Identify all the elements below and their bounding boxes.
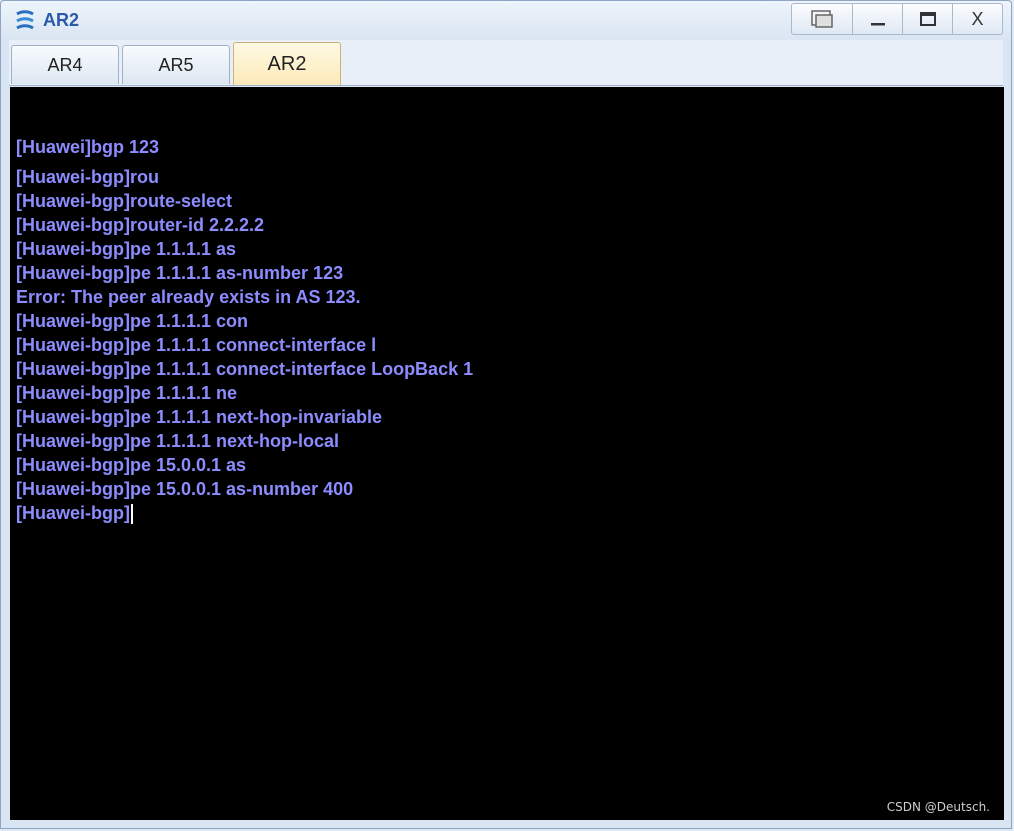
terminal-window: AR2 X AR4 AR5 AR2 [Huawei]bgp 123 [Huawe… (0, 0, 1012, 829)
tab-ar4[interactable]: AR4 (11, 45, 119, 84)
text-cursor (131, 504, 133, 525)
close-icon: X (971, 8, 984, 29)
window-title: AR2 (43, 10, 80, 30)
tab-ar2[interactable]: AR2 (233, 42, 341, 85)
watermark: CSDN @Deutsch. (886, 800, 990, 814)
terminal-line: [Huawei-bgp]pe 1.1.1.1 as (16, 239, 237, 259)
app-icon (16, 10, 34, 30)
terminal-line: [Huawei-bgp]pe 1.1.1.1 connect-interface… (16, 359, 474, 379)
terminal-line: [Huawei-bgp]pe 1.1.1.1 con (16, 311, 249, 331)
close-button[interactable]: X (952, 4, 1002, 34)
terminal-line: [Huawei-bgp]pe 15.0.0.1 as-number 400 (16, 479, 354, 499)
restore-windows-icon (811, 10, 833, 28)
tab-label: AR4 (47, 54, 83, 75)
terminal-line: [Huawei-bgp]pe 1.1.1.1 next-hop-invariab… (16, 407, 383, 427)
tab-label: AR5 (158, 54, 194, 75)
window-bottom-frame (1, 820, 1011, 828)
terminal-line: [Huawei-bgp]pe 1.1.1.1 as-number 123 (16, 263, 344, 283)
maximize-button[interactable] (902, 4, 952, 34)
terminal-line: [Huawei-bgp]router-id 2.2.2.2 (16, 215, 265, 235)
terminal-console[interactable]: [Huawei]bgp 123 [Huawei-bgp]rou [Huawei-… (10, 87, 1004, 822)
terminal-line: [Huawei-bgp]pe 1.1.1.1 connect-interface… (16, 335, 377, 355)
minimize-icon (870, 23, 885, 26)
restore-windows-button[interactable] (792, 4, 852, 34)
title-bar[interactable]: AR2 X (1, 1, 1011, 39)
terminal-line: [Huawei-bgp]route-select (16, 191, 233, 211)
window-controls: X (791, 3, 1003, 35)
terminal-line: [Huawei-bgp]pe 1.1.1.1 next-hop-local (16, 431, 340, 451)
terminal-line: [Huawei]bgp 123 (16, 137, 160, 157)
terminal-line: [Huawei-bgp]pe 1.1.1.1 ne (16, 383, 238, 403)
terminal-prompt: [Huawei-bgp] (16, 503, 130, 523)
maximize-icon (919, 12, 936, 26)
tab-bar: AR4 AR5 AR2 (9, 40, 1003, 86)
terminal-line: [Huawei-bgp]rou (16, 167, 159, 187)
tab-label: AR2 (267, 52, 307, 75)
minimize-button[interactable] (852, 4, 902, 34)
tab-ar5[interactable]: AR5 (122, 45, 230, 84)
terminal-error-line: Error: The peer already exists in AS 123… (16, 287, 361, 307)
terminal-line: [Huawei-bgp]pe 15.0.0.1 as (16, 455, 247, 475)
terminal-prompt-line[interactable]: [Huawei-bgp] (16, 501, 1004, 525)
